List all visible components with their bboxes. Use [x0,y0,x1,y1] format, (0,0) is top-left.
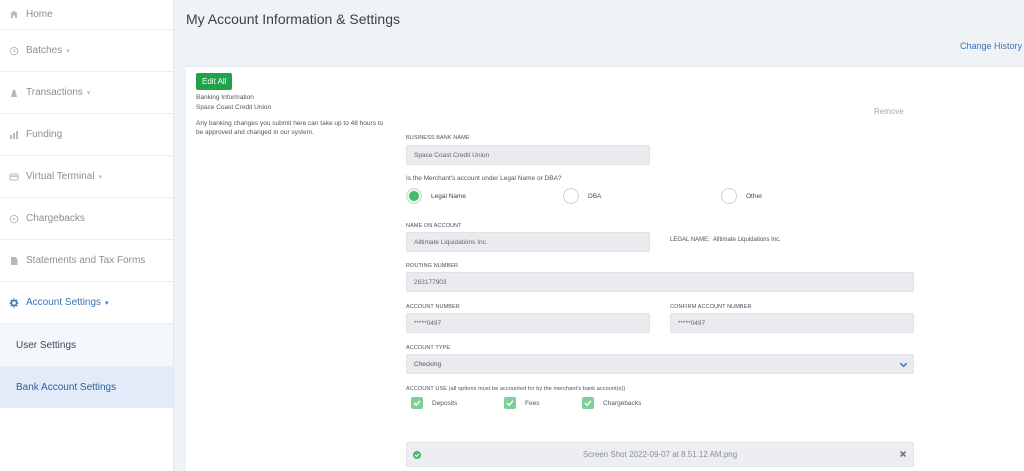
bank-name-summary: Space Coast Credit Union [196,104,272,111]
attachment-name: Screen Shot 2022-09-07 at 8.51.12 AM.png [582,450,738,459]
checkbox-label: Fees [525,399,540,407]
chevron-down-icon [899,362,908,368]
radio-unselected-icon [563,188,579,204]
checkbox-chargebacks[interactable]: Chargebacks [582,397,641,409]
account-type-label: ACCOUNT TYPE [406,345,451,351]
chevron-down-icon: ▾ [66,47,70,55]
chargebacks-icon [9,214,19,224]
sidebar-item-label: Batches [26,45,63,56]
document-icon [9,256,19,266]
sidebar-item-batches[interactable]: Batches ▾ [0,30,173,72]
name-on-account-label: NAME ON ACCOUNT [406,223,462,229]
gear-icon [9,298,19,308]
sidebar-item-transactions[interactable]: Transactions ▾ [0,72,173,114]
legal-name-label: LEGAL NAME: [670,237,710,243]
account-type-value: Checking [414,360,442,368]
banking-info-heading: Banking Information [196,94,254,101]
chevron-down-icon: ▾ [98,173,103,181]
checkbox-label: Chargebacks [603,399,642,407]
batches-icon [9,46,19,56]
radio-selected-icon [406,188,422,204]
transactions-icon [9,88,19,98]
sidebar-subitem-user-settings[interactable]: User Settings [0,324,173,366]
sidebar-subitem-bank-account-settings[interactable]: Bank Account Settings [0,366,173,408]
banking-notice: Any banking changes you submit here can … [196,120,384,136]
radio-label: Legal Name [431,192,467,200]
account-number-field[interactable]: *****0497 [406,313,650,333]
sidebar-item-account-settings[interactable]: Account Settings ▾ [0,282,173,324]
routing-number-label: ROUTING NUMBER [406,263,459,269]
sidebar-item-virtual-terminal[interactable]: Virtual Terminal ▾ [0,156,173,198]
sidebar: Home Batches ▾ Transactions ▾ Funding Vi… [0,0,174,471]
sidebar-item-label: Account Settings [26,297,102,308]
sidebar-item-statements[interactable]: Statements and Tax Forms [0,240,173,282]
sidebar-item-label: Virtual Terminal [26,171,95,182]
account-type-select[interactable]: Checking [406,354,914,374]
sidebar-item-label: Transactions [26,87,83,98]
legal-name-display: LEGAL NAME: Alltimate Liquidations Inc. [670,237,781,243]
banking-card: Edit All Banking Information Space Coast… [186,66,1024,471]
remove-link[interactable]: Remove [874,107,904,116]
radio-label: DBA [588,192,602,200]
account-use-label: ACCOUNT USE (all options must be account… [406,386,626,392]
sidebar-item-label: Statements and Tax Forms [26,255,146,266]
radio-label: Other [746,192,763,200]
sidebar-item-funding[interactable]: Funding [0,114,173,156]
home-icon [9,9,19,19]
attachment-row: Screen Shot 2022-09-07 at 8.51.12 AM.png [406,442,914,467]
account-under-question: Is the Merchant's account under Legal Na… [406,175,562,182]
edit-all-button[interactable]: Edit All [196,73,233,90]
checkbox-deposits[interactable]: Deposits [411,397,457,409]
sidebar-item-chargebacks[interactable]: Chargebacks [0,198,173,240]
business-bank-name-field[interactable]: Space Coast Credit Union [406,145,650,165]
page-title: My Account Information & Settings [186,11,400,27]
checkbox-label: Deposits [432,399,458,407]
confirm-account-number-field[interactable]: *****0497 [670,313,914,333]
check-icon [411,397,423,409]
routing-number-field[interactable]: 263177903 [406,272,914,292]
check-icon [504,397,516,409]
business-bank-name-label: BUSINESS BANK NAME [406,135,470,141]
radio-legal-name[interactable]: Legal Name [406,188,466,204]
name-on-account-field[interactable]: Alltimate Liquidations Inc. [406,232,650,252]
sidebar-item-label: Funding [26,129,63,140]
radio-dba[interactable]: DBA [563,188,601,204]
confirm-account-number-label: CONFIRM ACCOUNT NUMBER [670,304,752,310]
sidebar-item-home[interactable]: Home [0,0,173,30]
checkbox-fees[interactable]: Fees [504,397,539,409]
check-icon [582,397,594,409]
chevron-down-icon: ▾ [105,299,109,307]
radio-unselected-icon [721,188,737,204]
terminal-icon [9,172,19,182]
legal-name-value: Alltimate Liquidations Inc. [712,237,781,243]
change-history-link[interactable]: Change History [960,41,1022,51]
account-number-label: ACCOUNT NUMBER [406,304,460,310]
close-icon[interactable] [899,450,907,458]
radio-other[interactable]: Other [721,188,762,204]
check-circle-icon [413,451,421,459]
sidebar-item-label: Chargebacks [26,213,85,224]
funding-icon [9,130,19,140]
chevron-down-icon: ▾ [86,89,91,97]
sidebar-item-label: Home [26,9,53,20]
